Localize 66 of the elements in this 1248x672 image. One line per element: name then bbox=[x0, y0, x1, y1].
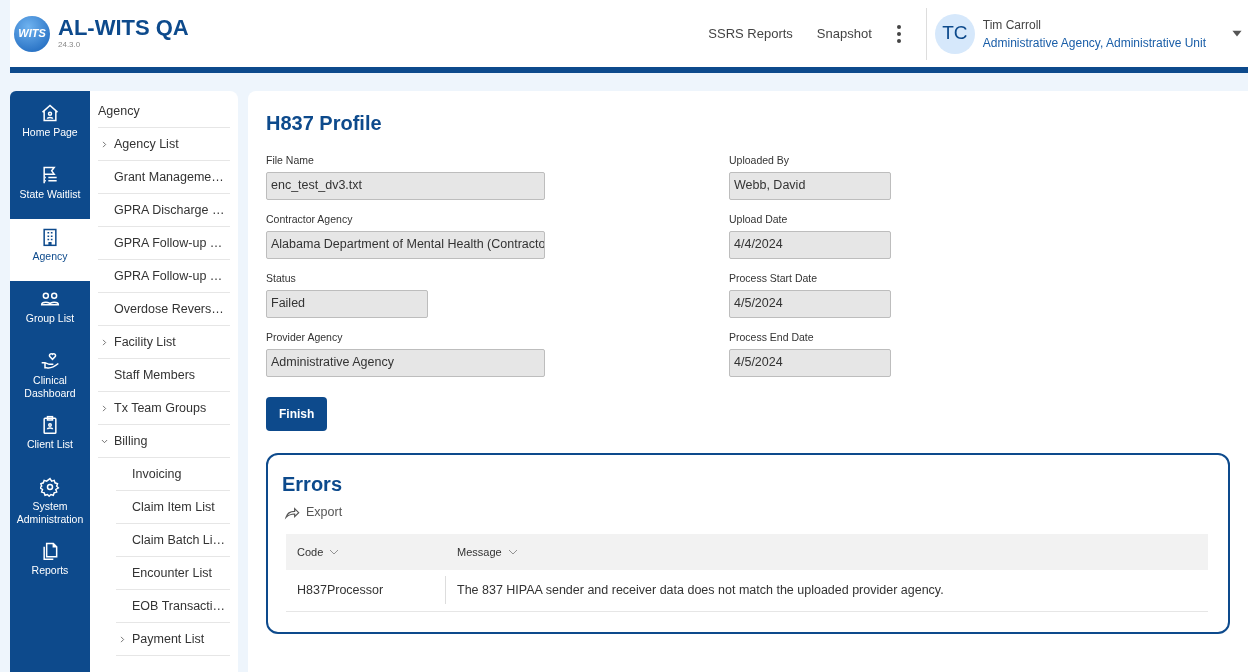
header-link[interactable]: SSRS Reports bbox=[708, 23, 793, 44]
field-label: Provider Agency bbox=[266, 330, 344, 345]
submenu-item[interactable]: EOB Transacti… bbox=[116, 590, 230, 623]
table-cell: H837Processor bbox=[286, 576, 446, 605]
building-icon bbox=[40, 227, 60, 247]
version-text: 24.3.0 bbox=[58, 38, 82, 51]
submenu-item[interactable]: Staff Members bbox=[98, 359, 230, 392]
flag-list-icon bbox=[40, 165, 60, 185]
section-title: Errors bbox=[282, 472, 344, 497]
submenu-item[interactable]: Overdose Revers… bbox=[98, 293, 230, 326]
readonly-field: Failed bbox=[266, 289, 428, 318]
readonly-field: enc_test_dv3.txt bbox=[266, 171, 545, 200]
field-label: Uploaded By bbox=[729, 153, 791, 168]
column-header[interactable]: Message bbox=[446, 543, 519, 561]
app-title: AL-WITS QA bbox=[58, 16, 189, 39]
submenu-item[interactable]: GPRA Discharge … bbox=[98, 194, 230, 227]
nav-item[interactable]: State Waitlist bbox=[10, 157, 90, 219]
logo-icon: WITS bbox=[14, 15, 50, 52]
readonly-field: 4/4/2024 bbox=[729, 230, 891, 259]
field-label: Contractor Agency bbox=[266, 212, 354, 227]
nav-item[interactable]: Client List bbox=[10, 407, 90, 470]
submenu-item[interactable]: Tx Team Groups bbox=[98, 392, 230, 425]
group-icon bbox=[40, 289, 60, 309]
settings-icon bbox=[40, 477, 60, 498]
nav-item[interactable]: System Administration bbox=[10, 469, 90, 534]
clipboard-icon bbox=[40, 415, 60, 436]
home-icon bbox=[40, 103, 60, 123]
nav-item[interactable]: Reports bbox=[10, 533, 90, 596]
submenu-item[interactable]: Billing bbox=[98, 425, 230, 458]
nav-item[interactable]: Home Page bbox=[10, 95, 90, 157]
submenu-item[interactable]: Encounter List bbox=[116, 557, 230, 590]
export-link[interactable]: Export bbox=[282, 503, 343, 522]
readonly-field: Administrative Agency bbox=[266, 348, 545, 377]
field-label: Process Start Date bbox=[729, 271, 819, 286]
submenu-item[interactable]: Invoicing bbox=[116, 458, 230, 491]
submenu-heading: Agency bbox=[98, 95, 230, 128]
submenu-item[interactable]: Claim Item List bbox=[116, 491, 230, 524]
field-label: Status bbox=[266, 271, 297, 286]
field-label: File Name bbox=[266, 153, 315, 168]
documents-icon bbox=[40, 541, 60, 562]
readonly-field: 4/5/2024 bbox=[729, 348, 891, 377]
submenu-item[interactable]: Claim Batch Li… bbox=[116, 524, 230, 557]
submenu-item[interactable]: Facility List bbox=[98, 326, 230, 359]
table-cell-text: The 837 HIPAA sender and receiver data does not match the uploaded provider agency. bbox=[456, 582, 944, 599]
more-icon[interactable] bbox=[895, 23, 902, 44]
submenu-item[interactable]: Grant Manageme… bbox=[98, 161, 230, 194]
field-label: Upload Date bbox=[729, 212, 789, 227]
submenu-item[interactable]: Agency List bbox=[98, 128, 230, 161]
nav-item[interactable]: Clinical Dashboard bbox=[10, 343, 90, 408]
nav-item[interactable]: Group List bbox=[10, 281, 90, 343]
submenu-item[interactable]: GPRA Follow-up … bbox=[98, 260, 230, 293]
readonly-field: 4/5/2024 bbox=[729, 289, 891, 318]
column-header[interactable]: Code bbox=[286, 543, 446, 561]
nav-item[interactable]: Agency bbox=[10, 219, 90, 281]
dropdown-caret-icon[interactable] bbox=[1230, 28, 1244, 39]
submenu-item[interactable]: GPRA Follow-up … bbox=[98, 227, 230, 260]
submenu-item[interactable]: Payment List bbox=[116, 623, 230, 656]
user-avatar[interactable]: TC bbox=[934, 13, 975, 54]
finish-button[interactable]: Finish bbox=[266, 397, 328, 431]
hand-heart-icon bbox=[40, 351, 60, 371]
readonly-field: Webb, David bbox=[729, 171, 891, 200]
user-name: Tim Carroll bbox=[982, 16, 1042, 34]
user-unit: Administrative Agency, Administrative Unit bbox=[982, 34, 1206, 52]
header-link[interactable]: Snapshot bbox=[816, 23, 872, 44]
page-title: H837 Profile bbox=[266, 111, 383, 135]
field-label: Process End Date bbox=[729, 330, 815, 345]
